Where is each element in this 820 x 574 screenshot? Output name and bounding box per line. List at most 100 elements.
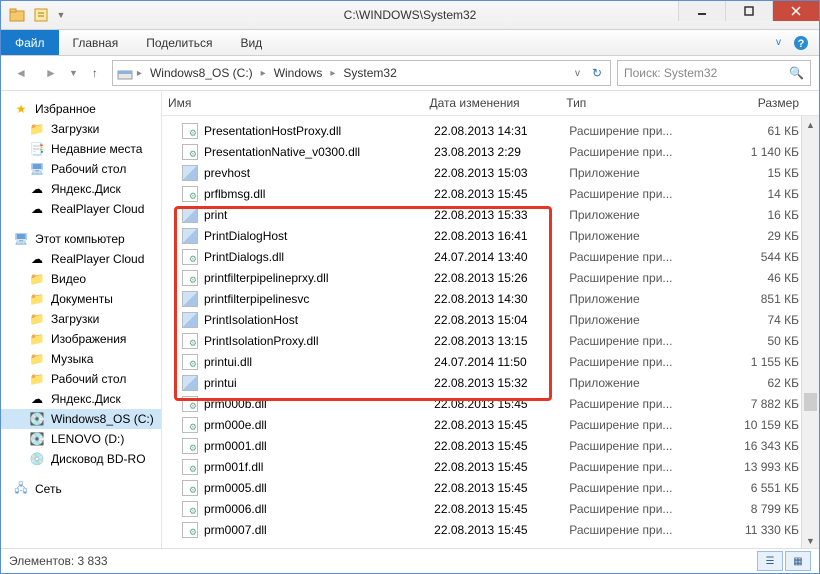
refresh-icon[interactable]: ↻	[588, 66, 606, 80]
chevron-right-icon[interactable]: ▸	[259, 68, 268, 79]
sidebar-item[interactable]: 💿 Дисковод BD-RO	[1, 449, 161, 469]
table-row[interactable]: printfilterpipelinesvc22.08.2013 14:30Пр…	[162, 288, 819, 309]
table-row[interactable]: print22.08.2013 15:33Приложение16 КБ	[162, 204, 819, 225]
table-row[interactable]: PrintIsolationHost22.08.2013 15:04Прилож…	[162, 309, 819, 330]
column-headers: Имя Дата изменения Тип Размер	[162, 91, 819, 116]
sidebar-label: Этот компьютер	[35, 232, 125, 246]
column-size[interactable]: Размер	[707, 96, 819, 110]
file-name: prm000b.dll	[204, 397, 267, 411]
table-row[interactable]: PresentationHostProxy.dll22.08.2013 14:3…	[162, 120, 819, 141]
recent-icon: 📑	[29, 141, 45, 157]
sidebar-item[interactable]: 📁Музыка	[1, 349, 161, 369]
file-type: Расширение при...	[563, 334, 708, 348]
view-icons-button[interactable]: ▦	[785, 551, 811, 571]
scroll-thumb[interactable]	[804, 393, 817, 411]
file-icon	[182, 522, 198, 538]
file-icon	[182, 228, 198, 244]
properties-qat-icon[interactable]	[31, 5, 51, 25]
file-name: prm0005.dll	[204, 481, 267, 495]
column-type[interactable]: Тип	[560, 96, 706, 110]
up-button[interactable]: ↑	[84, 62, 106, 84]
maximize-button[interactable]	[725, 1, 772, 21]
sidebar-item[interactable]: 📁Видео	[1, 269, 161, 289]
sidebar-item[interactable]: 📁Загрузки	[1, 309, 161, 329]
ribbon-expand-icon[interactable]: v	[776, 37, 781, 48]
sidebar-favorites-head[interactable]: ★Избранное	[1, 99, 161, 119]
view-details-button[interactable]: ☰	[757, 551, 783, 571]
sidebar-item-label: Дисковод BD-RO	[51, 452, 146, 466]
help-icon[interactable]: ?	[793, 35, 809, 51]
sidebar-item[interactable]: 📁Изображения	[1, 329, 161, 349]
table-row[interactable]: PrintIsolationProxy.dll22.08.2013 13:15Р…	[162, 330, 819, 351]
forward-button[interactable]: ►	[39, 61, 63, 85]
tab-share[interactable]: Поделиться	[132, 30, 226, 55]
scroll-up-icon[interactable]: ▲	[802, 116, 819, 133]
breadcrumb-segment[interactable]: Windows8_OS (C:)	[146, 66, 257, 80]
table-row[interactable]: prm000b.dll22.08.2013 15:45Расширение пр…	[162, 393, 819, 414]
table-row[interactable]: prm0005.dll22.08.2013 15:45Расширение пр…	[162, 477, 819, 498]
table-row[interactable]: prm0007.dll22.08.2013 15:45Расширение пр…	[162, 519, 819, 540]
sidebar-computer-head[interactable]: 🖥 Этот компьютер	[1, 229, 161, 249]
disc-icon: 💿	[29, 451, 45, 467]
close-button[interactable]	[772, 1, 819, 21]
file-icon	[182, 417, 198, 433]
table-row[interactable]: PrintDialogHost22.08.2013 16:41Приложени…	[162, 225, 819, 246]
tab-view[interactable]: Вид	[226, 30, 276, 55]
table-row[interactable]: prm001f.dll22.08.2013 15:45Расширение пр…	[162, 456, 819, 477]
table-row[interactable]: prflbmsg.dll22.08.2013 15:45Расширение п…	[162, 183, 819, 204]
sidebar-item-downloads[interactable]: 📁Загрузки	[1, 119, 161, 139]
scrollbar[interactable]: ▲ ▼	[801, 116, 819, 549]
table-row[interactable]: printfilterpipelineprxy.dll22.08.2013 15…	[162, 267, 819, 288]
file-icon	[182, 186, 198, 202]
chevron-right-icon[interactable]: ▸	[328, 68, 337, 79]
folder-qat-icon[interactable]	[7, 5, 27, 25]
sidebar-item[interactable]: ☁Яндекс.Диск	[1, 389, 161, 409]
sidebar-item-cdrive[interactable]: 💽Windows8_OS (C:)	[1, 409, 161, 429]
table-row[interactable]: prm000e.dll22.08.2013 15:45Расширение пр…	[162, 414, 819, 435]
sidebar-item-label: Загрузки	[51, 312, 99, 326]
address-bar[interactable]: ▸ Windows8_OS (C:) ▸ Windows ▸ System32 …	[112, 60, 611, 86]
sidebar-item[interactable]: ☁RealPlayer Cloud	[1, 249, 161, 269]
minimize-button[interactable]	[678, 1, 725, 21]
column-date[interactable]: Дата изменения	[424, 96, 561, 110]
sidebar-item[interactable]: 📁Документы	[1, 289, 161, 309]
file-name: prflbmsg.dll	[204, 187, 265, 201]
chevron-right-icon[interactable]: ▸	[135, 68, 144, 79]
file-icon	[182, 396, 198, 412]
table-row[interactable]: printui.dll24.07.2014 11:50Расширение пр…	[162, 351, 819, 372]
file-type: Приложение	[563, 376, 708, 390]
table-row[interactable]: PresentationNative_v0300.dll23.08.2013 2…	[162, 141, 819, 162]
svg-text:?: ?	[798, 38, 805, 50]
computer-icon: 🖥	[13, 231, 29, 247]
sidebar-network-head[interactable]: 🖧Сеть	[1, 479, 161, 499]
table-row[interactable]: prevhost22.08.2013 15:03Приложение15 КБ	[162, 162, 819, 183]
tab-file[interactable]: Файл	[1, 30, 59, 55]
back-button[interactable]: ◄	[9, 61, 33, 85]
scroll-down-icon[interactable]: ▼	[802, 532, 819, 549]
column-name[interactable]: Имя	[162, 96, 424, 110]
sidebar-item-realplayer[interactable]: ☁RealPlayer Cloud	[1, 199, 161, 219]
file-date: 22.08.2013 14:30	[428, 292, 563, 306]
breadcrumb-segment[interactable]: Windows	[270, 66, 327, 80]
sidebar-item[interactable]: 📁Рабочий стол	[1, 369, 161, 389]
table-row[interactable]: prm0001.dll22.08.2013 15:45Расширение пр…	[162, 435, 819, 456]
sidebar-item-recent[interactable]: 📑 Недавние места	[1, 139, 161, 159]
drive-icon: 💽	[29, 431, 45, 447]
sidebar-item-desktop[interactable]: 🖥Рабочий стол	[1, 159, 161, 179]
desktop-icon: 🖥	[29, 161, 45, 177]
file-icon	[182, 165, 198, 181]
sidebar-item[interactable]: 💽LENOVO (D:)	[1, 429, 161, 449]
history-dropdown-icon[interactable]: ▼	[69, 68, 78, 78]
folder-icon: 📁	[29, 271, 45, 287]
search-input[interactable]: Поиск: System32 🔍	[617, 60, 811, 86]
sidebar-item-label: Недавние места	[51, 142, 142, 156]
file-name: printfilterpipelineprxy.dll	[204, 271, 329, 285]
tab-home[interactable]: Главная	[59, 30, 133, 55]
breadcrumb-segment[interactable]: System32	[339, 66, 400, 80]
qat-dropdown-icon[interactable]: ▼	[55, 5, 67, 25]
table-row[interactable]: prm0006.dll22.08.2013 15:45Расширение пр…	[162, 498, 819, 519]
table-row[interactable]: printui22.08.2013 15:32Приложение62 КБ	[162, 372, 819, 393]
sidebar-item-yandex[interactable]: ☁Яндекс.Диск	[1, 179, 161, 199]
table-row[interactable]: PrintDialogs.dll24.07.2014 13:40Расширен…	[162, 246, 819, 267]
address-dropdown-icon[interactable]: v	[569, 68, 586, 79]
